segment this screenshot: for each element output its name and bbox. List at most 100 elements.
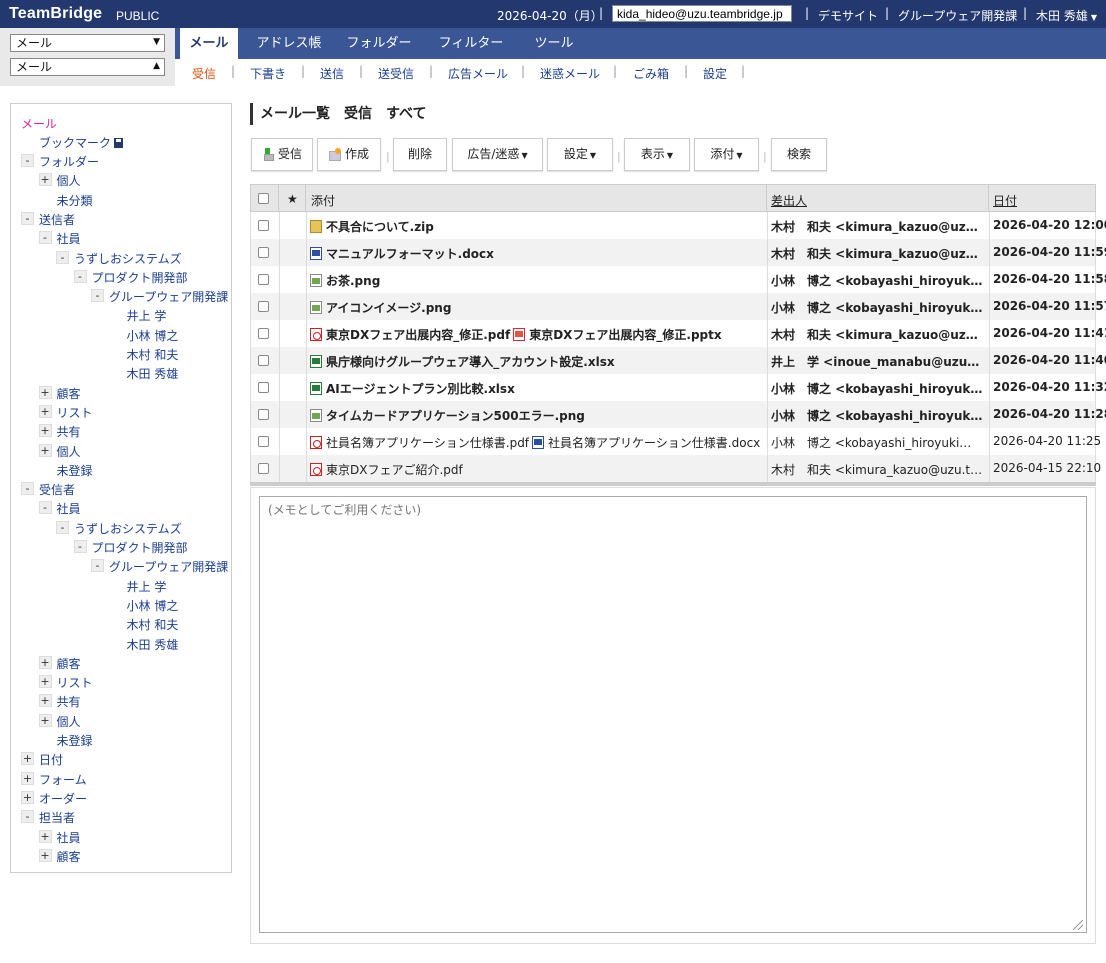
row-checkbox[interactable] (258, 274, 269, 285)
expand-icon[interactable]: + (38, 655, 52, 669)
department-link[interactable]: グループウェア開発課 (898, 7, 1017, 24)
attachment-cell[interactable]: アイコンイメージ.png (310, 299, 454, 316)
view-menu-button[interactable]: 表示 ▼ (624, 138, 690, 171)
tree-node[interactable]: 木村 和夫 (127, 346, 179, 363)
spam-menu-button[interactable]: 広告/迷惑 ▼ (452, 138, 543, 171)
collapse-icon[interactable]: - (21, 810, 34, 824)
tree-node[interactable]: 受信者 (39, 481, 75, 498)
table-row[interactable]: 東京DXフェア出展内容_修正.pdf 東京DXフェア出展内容_修正.pptx 木村 … (250, 320, 1106, 347)
compose-button[interactable]: 作成 (317, 138, 381, 171)
tree-node[interactable]: 顧客 (57, 848, 81, 865)
row-checkbox[interactable] (258, 436, 269, 447)
star-toggle[interactable] (281, 374, 305, 401)
tree-node[interactable]: グループウェア開発課 (109, 288, 228, 305)
expand-icon[interactable]: + (21, 771, 34, 785)
table-row[interactable]: 社員名簿アプリケーション仕様書.pdf 社員名簿アプリケーション仕様書.docx 小… (250, 428, 1101, 455)
subnav-sent[interactable]: 送信 (320, 65, 344, 82)
row-checkbox[interactable] (258, 328, 269, 339)
email-field[interactable] (612, 5, 792, 22)
attachment-cell[interactable]: タイムカードアプリケーション500エラー.png (310, 407, 588, 424)
tab-folder[interactable]: フォルダー (343, 28, 415, 59)
tree-node[interactable]: 共有 (57, 693, 81, 710)
star-toggle[interactable] (281, 320, 305, 347)
star-toggle[interactable] (281, 239, 305, 266)
tree-node[interactable]: 顧客 (57, 655, 81, 672)
star-toggle[interactable] (281, 212, 305, 239)
star-toggle[interactable] (281, 293, 305, 320)
star-toggle[interactable] (281, 347, 305, 374)
collapse-icon[interactable]: - (91, 289, 104, 303)
row-checkbox[interactable] (258, 355, 269, 366)
tree-node[interactable]: 未登録 (57, 732, 93, 749)
tree-node[interactable]: フォーム (39, 771, 87, 788)
collapse-icon[interactable]: - (73, 540, 87, 553)
star-toggle[interactable] (281, 401, 305, 428)
sender-column-header[interactable]: 差出人 (771, 192, 807, 209)
expand-icon[interactable]: + (21, 752, 34, 766)
table-row[interactable]: 県庁様向けグループウェア導入_アカウント設定.xlsx 井上 学 <inoue_m… (250, 347, 1106, 374)
subnav-settings[interactable]: 設定 (703, 65, 727, 82)
resize-handle-icon[interactable] (1073, 920, 1083, 930)
collapse-icon[interactable]: - (73, 269, 87, 283)
table-row[interactable]: タイムカードアプリケーション500エラー.png 小林 博之 <kobayashi… (250, 401, 1106, 428)
attachment-cell[interactable]: 東京DXフェアご紹介.pdf (310, 461, 466, 478)
tab-address-book[interactable]: アドレス帳 (253, 28, 325, 59)
expand-icon[interactable]: + (38, 404, 52, 418)
settings-menu-button[interactable]: 設定 ▼ (547, 138, 613, 171)
star-toggle[interactable] (281, 266, 305, 293)
row-checkbox[interactable] (258, 301, 269, 312)
tab-tools[interactable]: ツール (525, 28, 583, 59)
tree-node[interactable]: 社員 (57, 829, 81, 846)
collapse-icon[interactable]: - (21, 482, 34, 496)
collapse-icon[interactable]: - (21, 211, 34, 225)
subnav-ad-mail[interactable]: 広告メール (448, 65, 508, 82)
attachment-cell[interactable]: お茶.png (310, 272, 383, 289)
sub-select[interactable]: メール ▲ (10, 58, 165, 76)
tree-node[interactable]: リスト (57, 404, 93, 421)
row-checkbox[interactable] (258, 220, 269, 231)
tree-node[interactable]: 木田 秀雄 (127, 365, 179, 382)
tree-node[interactable]: オーダー (39, 790, 87, 807)
tree-root-mail[interactable]: メール (21, 115, 57, 132)
attachment-cell[interactable]: AIエージェントプラン別比較.xlsx (310, 380, 518, 397)
pane-splitter[interactable] (250, 482, 1096, 486)
tree-node[interactable]: 小林 博之 (127, 597, 179, 614)
expand-icon[interactable]: + (38, 443, 52, 457)
row-checkbox[interactable] (258, 463, 269, 474)
subnav-send-receive[interactable]: 送受信 (378, 65, 414, 82)
tree-node[interactable]: 顧客 (57, 385, 81, 402)
attachment-cell[interactable]: マニュアルフォーマット.docx (310, 245, 497, 262)
tree-node[interactable]: 担当者 (39, 809, 75, 826)
tab-filter[interactable]: フィルター (435, 28, 507, 59)
table-row[interactable]: AIエージェントプラン別比較.xlsx 小林 博之 <kobayashi_hiro… (250, 374, 1106, 401)
expand-icon[interactable]: + (38, 424, 52, 438)
tree-node[interactable]: うずしおシステムズ (74, 520, 182, 537)
row-checkbox[interactable] (258, 247, 269, 258)
user-menu[interactable]: 木田 秀雄 ▼ (1036, 7, 1097, 24)
expand-icon[interactable]: + (38, 829, 52, 843)
tree-node[interactable]: 個人 (57, 443, 81, 460)
receive-button[interactable]: 受信 (251, 138, 313, 171)
subnav-trash[interactable]: ごみ箱 (633, 65, 669, 82)
demo-site-link[interactable]: デモサイト (818, 7, 878, 24)
tree-node[interactable]: 社員 (57, 500, 81, 517)
table-row[interactable]: 不具合について.zip 木村 和夫 <kimura_kazuo@uzu.teamb… (250, 212, 1106, 239)
collapse-icon[interactable]: - (56, 520, 69, 534)
star-toggle[interactable] (281, 428, 305, 455)
date-column-header[interactable]: 日付 (993, 192, 1017, 209)
tree-node[interactable]: 社員 (57, 230, 81, 247)
tree-node[interactable]: プロダクト開発部 (92, 539, 188, 556)
tree-node[interactable]: 未登録 (57, 462, 93, 479)
tree-node[interactable]: 個人 (57, 172, 81, 189)
tree-node[interactable]: 日付 (39, 751, 63, 768)
table-row[interactable]: 東京DXフェアご紹介.pdf 木村 和夫 <kimura_kazuo@uzu.te… (250, 455, 1101, 482)
attachment-cell[interactable]: 東京DXフェア出展内容_修正.pdf 東京DXフェア出展内容_修正.pptx (310, 326, 725, 343)
row-checkbox[interactable] (258, 409, 269, 420)
tree-bookmark[interactable]: ブックマーク (39, 134, 124, 151)
search-button[interactable]: 検索 (771, 138, 827, 171)
attachment-cell[interactable]: 県庁様向けグループウェア導入_アカウント設定.xlsx (310, 353, 618, 370)
collapse-icon[interactable]: - (91, 559, 104, 573)
tree-node[interactable]: うずしおシステムズ (74, 250, 182, 267)
expand-icon[interactable]: + (38, 713, 52, 727)
expand-icon[interactable]: + (38, 675, 52, 689)
